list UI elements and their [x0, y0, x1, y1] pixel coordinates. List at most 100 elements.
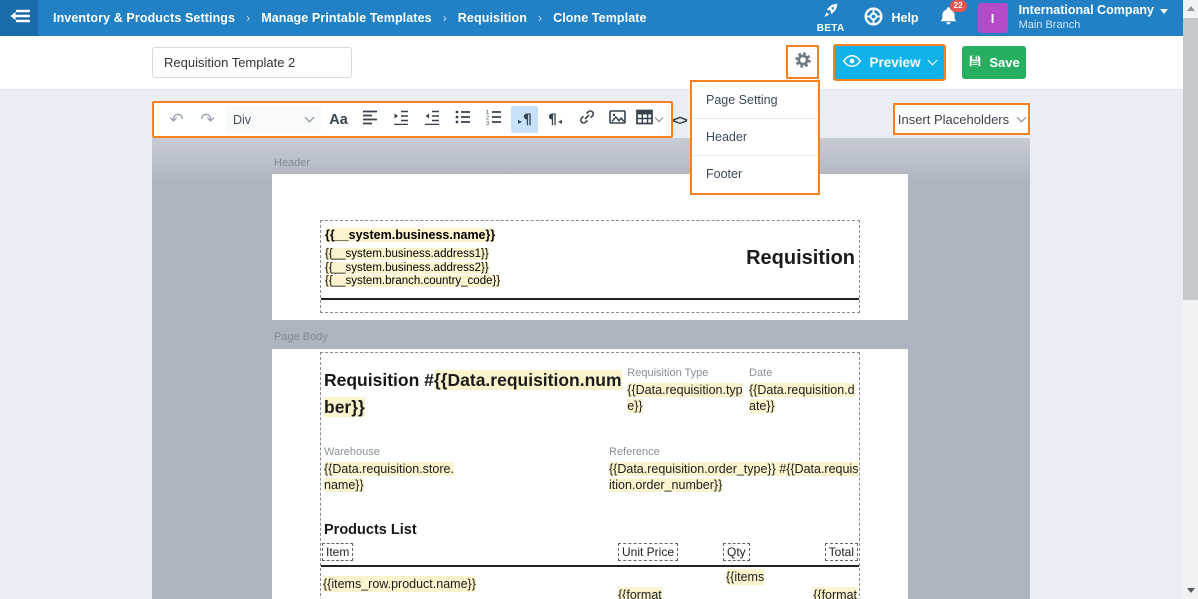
ordered-list-icon: 123 [486, 109, 502, 130]
business-address1-placeholder[interactable]: {{__system.business.address1}} [325, 248, 643, 262]
breadcrumb-separator-icon: › [246, 11, 250, 25]
breadcrumb-manage-templates[interactable]: Manage Printable Templates [261, 11, 431, 25]
ordered-list-button[interactable]: 123 [480, 106, 507, 133]
scrollbar-thumb[interactable] [1183, 18, 1198, 300]
scroll-down-arrow-icon[interactable] [1183, 583, 1198, 598]
page-settings-menu: Page Setting Header Footer [690, 80, 820, 195]
company-avatar[interactable]: I [978, 3, 1008, 33]
item-name-placeholder[interactable]: {{items_row.product.name}} [323, 576, 476, 592]
undo-icon: ↶ [169, 110, 183, 130]
action-bar: Preview Save [0, 36, 1198, 90]
insert-table-button[interactable] [635, 106, 662, 133]
item-unit-price-placeholder[interactable]: {{format [618, 587, 662, 599]
redo-button[interactable]: ↷ [194, 106, 221, 133]
undo-button[interactable]: ↶ [163, 106, 190, 133]
document-title[interactable]: Requisition [746, 247, 855, 270]
align-left-icon [362, 109, 378, 130]
reference-placeholder[interactable]: {{Data.requisition.order_type}} #{{Data.… [609, 461, 859, 493]
preview-label: Preview [869, 55, 920, 70]
header-empty-row[interactable] [321, 300, 859, 312]
menu-item-header[interactable]: Header [692, 119, 818, 156]
breadcrumb: Inventory & Products Settings › Manage P… [53, 11, 647, 25]
paragraph-ltr-button[interactable]: ▸¶ [511, 106, 538, 133]
scroll-up-arrow-icon[interactable] [1183, 1, 1198, 16]
warehouse-label: Warehouse [324, 446, 609, 458]
page-settings-button[interactable] [786, 45, 819, 79]
insert-placeholders-button[interactable]: Insert Placeholders [893, 103, 1030, 135]
insert-image-button[interactable] [604, 106, 631, 133]
header-template-block[interactable]: {{__system.business.name}} {{__system.bu… [320, 220, 860, 313]
gear-icon [793, 50, 813, 75]
products-list-heading: Products List [321, 522, 859, 538]
branch-country-placeholder[interactable]: {{__system.branch.country_code}} [325, 275, 643, 289]
help-button[interactable]: Help [863, 6, 918, 30]
beta-indicator[interactable]: BETA [817, 2, 845, 34]
breadcrumb-requisition[interactable]: Requisition [458, 11, 527, 25]
code-view-button[interactable]: <> [666, 106, 693, 133]
insert-link-button[interactable] [573, 106, 600, 133]
bullet-list-icon [455, 109, 471, 130]
rocket-icon [822, 2, 839, 23]
notifications-button[interactable]: 22 [938, 5, 959, 32]
save-button[interactable]: Save [962, 46, 1026, 79]
item-total-placeholder[interactable]: {{format [813, 587, 857, 599]
preview-button[interactable]: Preview [833, 44, 946, 81]
branch-name: Main Branch [1019, 19, 1168, 33]
column-header-item[interactable]: Item [322, 543, 353, 561]
date-label: Date [749, 367, 859, 379]
topbar-right-cluster: BETA Help 22 I International Company Mai… [817, 2, 1198, 34]
svg-text:3: 3 [486, 121, 489, 125]
top-navigation-bar: Inventory & Products Settings › Manage P… [0, 0, 1198, 36]
outdent-button[interactable] [418, 106, 445, 133]
help-label: Help [891, 11, 918, 25]
business-address2-placeholder[interactable]: {{__system.business.address2}} [325, 262, 643, 276]
chevron-down-icon [654, 114, 662, 122]
paragraph-style-select[interactable]: Div [225, 106, 321, 133]
company-switcher[interactable]: International Company Main Branch [1019, 3, 1168, 32]
indent-button[interactable] [387, 106, 414, 133]
table-icon [636, 109, 653, 130]
eye-icon [843, 54, 861, 71]
align-button[interactable] [356, 106, 383, 133]
header-section-label: Header [274, 157, 310, 169]
image-icon [609, 109, 626, 130]
company-name: International Company [1019, 3, 1154, 19]
business-name-placeholder[interactable]: {{__system.business.name}} [325, 228, 643, 242]
paragraph-style-value: Div [233, 113, 251, 127]
notification-count-badge: 22 [950, 0, 967, 12]
outdent-icon [424, 109, 440, 130]
menu-item-page-setting[interactable]: Page Setting [692, 82, 818, 119]
body-section-label: Page Body [274, 331, 328, 343]
document-canvas: Header {{__system.business.name}} {{__sy… [152, 138, 1030, 599]
life-ring-icon [863, 6, 884, 30]
editor-toolbar: ↶ ↷ Div Aa 123 ▸¶ ¶◂ <> [152, 101, 673, 138]
paragraph-rtl-icon: ¶◂ [548, 111, 563, 129]
body-page[interactable]: Requisition #{{Data.requisition.number}}… [272, 349, 908, 599]
code-view-icon: <> [672, 112, 686, 128]
font-icon: Aa [329, 112, 348, 128]
body-template-block[interactable]: Requisition #{{Data.requisition.number}}… [320, 352, 860, 599]
template-name-input[interactable] [152, 47, 352, 78]
products-table-first-row: {{items {{items_row.product.name}} {{for… [321, 567, 859, 599]
column-header-total[interactable]: Total [825, 543, 858, 561]
column-header-unit-price[interactable]: Unit Price [618, 543, 678, 561]
reference-label: Reference [609, 446, 859, 458]
breadcrumb-inventory-settings[interactable]: Inventory & Products Settings [53, 11, 235, 25]
requisition-number-title[interactable]: Requisition #{{Data.requisition.number}} [324, 367, 627, 421]
floppy-disk-icon [968, 54, 982, 71]
paragraph-rtl-button[interactable]: ¶◂ [542, 106, 569, 133]
header-page[interactable]: {{__system.business.name}} {{__system.bu… [272, 174, 908, 320]
item-qty-placeholder[interactable]: {{items [726, 569, 764, 585]
chevron-down-icon [927, 56, 937, 66]
date-placeholder[interactable]: {{Data.requisition.date}} [749, 382, 859, 414]
column-header-qty[interactable]: Qty [723, 543, 750, 561]
requisition-type-placeholder[interactable]: {{Data.requisition.type}} [627, 382, 745, 414]
font-settings-button[interactable]: Aa [325, 106, 352, 133]
requisition-type-label: Requisition Type [627, 367, 749, 379]
bell-icon [938, 14, 959, 31]
menu-item-footer[interactable]: Footer [692, 156, 818, 193]
page-scrollbar[interactable] [1183, 0, 1198, 599]
warehouse-placeholder[interactable]: {{Data.requisition.store.name}} [324, 461, 460, 493]
bullet-list-button[interactable] [449, 106, 476, 133]
collapse-sidebar-button[interactable] [0, 0, 38, 36]
